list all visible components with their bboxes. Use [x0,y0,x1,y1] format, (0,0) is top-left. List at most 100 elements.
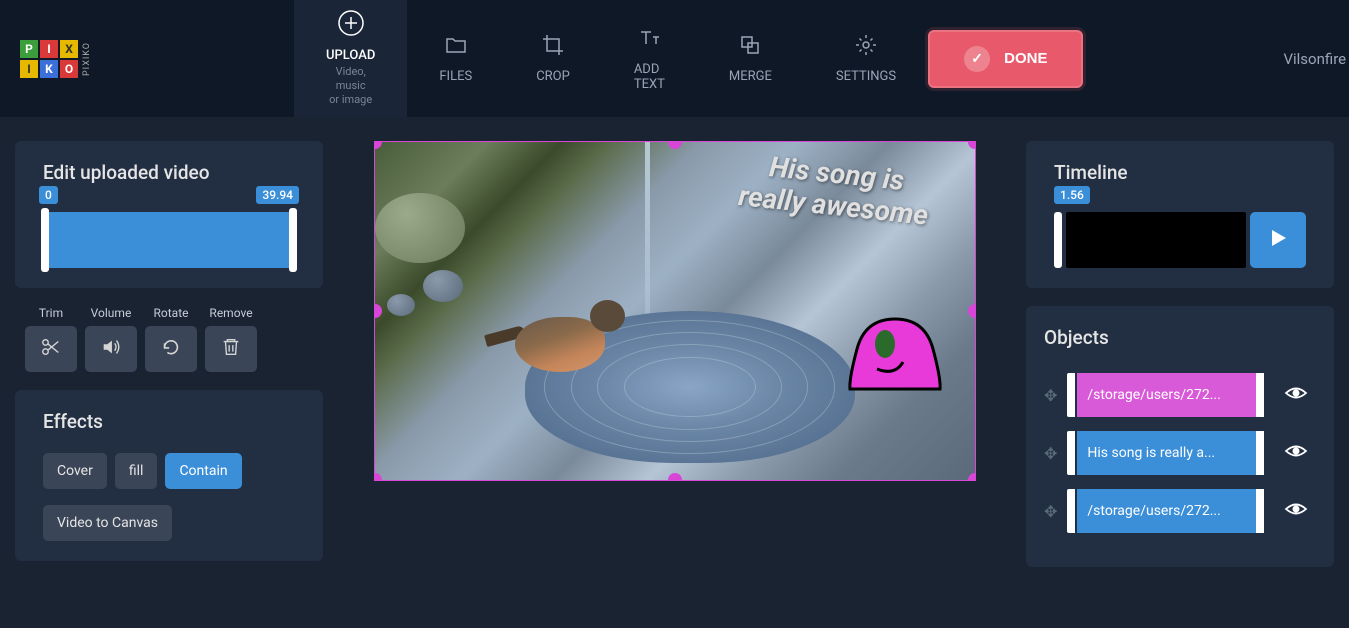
timeline-panel: Timeline 1.56 [1026,141,1334,288]
object-item-1[interactable]: His song is really a... [1067,431,1266,475]
rotate-button[interactable] [145,326,197,372]
slider-handle-start[interactable] [41,208,49,272]
object-label-2: /storage/users/272... [1077,489,1256,533]
canvas-overlay-text[interactable]: His song isreally awesome [712,146,957,235]
edit-video-title: Edit uploaded video [43,161,295,184]
main-area: Edit uploaded video 0 39.94 Trim Volume [0,117,1349,628]
handle-br[interactable] [968,473,976,481]
object-item-0[interactable]: /storage/users/272... [1067,373,1266,417]
object-row-0: ✥ /storage/users/272... [1044,373,1316,417]
slider-track [43,212,295,268]
timeline-track[interactable] [1066,212,1246,268]
timeline-cursor[interactable] [1054,212,1062,268]
canvas-bird [495,282,625,372]
objects-panel: Objects ✥ /storage/users/272... ✥ [1026,306,1334,567]
play-icon [1268,228,1288,252]
eye-icon [1284,497,1308,525]
nav-merge-label: MERGE [729,69,772,84]
trim-label: Trim [39,306,63,320]
trim-tool: Trim [25,306,77,372]
gear-icon [854,33,878,61]
eye-icon [1284,439,1308,467]
handle-bc[interactable] [668,473,682,481]
effect-videotocanvas-button[interactable]: Video to Canvas [43,505,172,541]
nav-upload[interactable]: UPLOAD Video, musicor image [294,0,407,117]
done-label: DONE [1004,50,1047,67]
volume-icon [100,336,122,362]
handle-ml[interactable] [374,304,382,318]
nav-files[interactable]: FILES [407,0,504,117]
object-item-2[interactable]: /storage/users/272... [1067,489,1266,533]
visibility-toggle-1[interactable] [1276,433,1316,473]
play-button[interactable] [1250,212,1306,268]
effect-contain-button[interactable]: Contain [165,453,241,489]
nav-crop-label: CROP [536,69,570,84]
remove-label: Remove [209,306,252,320]
trash-icon [220,336,242,362]
user-name: Vilsonfire [1283,50,1346,68]
remove-tool: Remove [205,306,257,372]
drag-handle-icon[interactable]: ✥ [1044,386,1057,405]
slider-handle-end[interactable] [289,208,297,272]
object-row-1: ✥ His song is really a... [1044,431,1316,475]
left-panel: Edit uploaded video 0 39.94 Trim Volume [15,141,323,628]
rotate-label: Rotate [154,306,189,320]
effect-fill-button[interactable]: fill [115,453,158,489]
logo[interactable]: P I X I K O PIXIKO [20,40,104,78]
canvas-area: His song isreally awesome [363,141,986,628]
nav-files-label: FILES [439,69,472,84]
eye-icon [1284,381,1308,409]
nav-addtext[interactable]: ADD TEXT [602,0,697,117]
handle-tl[interactable] [374,141,382,149]
right-panel: Timeline 1.56 Objects ✥ /storage/users/2… [1026,141,1334,628]
objects-title: Objects [1044,326,1316,349]
top-bar: P I X I K O PIXIKO UPLOAD Video, musicor… [0,0,1349,117]
object-label-0: /storage/users/272... [1077,373,1256,417]
handle-tc[interactable] [668,141,682,149]
rotate-icon [160,336,182,362]
scissors-icon [40,336,62,362]
volume-tool: Volume [85,306,137,372]
effects-title: Effects [43,410,295,433]
volume-label: Volume [91,306,132,320]
trim-slider[interactable]: 0 39.94 [43,212,295,268]
timeline-pos-label: 1.56 [1054,186,1090,204]
nav-settings[interactable]: SETTINGS [804,0,928,117]
slider-start-label: 0 [39,186,58,204]
handle-tr[interactable] [968,141,976,149]
canvas[interactable]: His song isreally awesome [374,141,976,481]
drag-handle-icon[interactable]: ✥ [1044,444,1057,463]
volume-button[interactable] [85,326,137,372]
text-icon [637,26,661,54]
tool-row: Trim Volume Rotate [15,306,323,372]
user-menu[interactable]: Vilsonfire ▾ [1283,50,1349,68]
effect-cover-button[interactable]: Cover [43,453,107,489]
nav-crop[interactable]: CROP [504,0,602,117]
drag-handle-icon[interactable]: ✥ [1044,502,1057,521]
check-icon: ✓ [964,46,990,72]
object-row-2: ✥ /storage/users/272... [1044,489,1316,533]
folder-icon [444,33,468,61]
merge-icon [738,33,762,61]
nav-merge[interactable]: MERGE [697,0,804,117]
timeline-title: Timeline [1054,161,1306,184]
object-label-1: His song is really a... [1077,431,1256,475]
nav-addtext-label: ADD TEXT [634,62,665,92]
crop-icon [541,33,565,61]
nav-settings-label: SETTINGS [836,69,896,84]
visibility-toggle-2[interactable] [1276,491,1316,531]
done-button[interactable]: ✓ DONE [928,30,1083,88]
handle-bl[interactable] [374,473,382,481]
canvas-sticker[interactable] [845,314,945,392]
nav-upload-sub: Video, musicor image [326,65,375,108]
handle-mr[interactable] [968,304,976,318]
remove-button[interactable] [205,326,257,372]
visibility-toggle-0[interactable] [1276,375,1316,415]
slider-end-label: 39.94 [256,186,299,204]
logo-text: PIXIKO [82,42,92,76]
rotate-tool: Rotate [145,306,197,372]
nav-upload-label: UPLOAD [326,48,375,63]
trim-button[interactable] [25,326,77,372]
edit-video-panel: Edit uploaded video 0 39.94 [15,141,323,288]
nav-items: UPLOAD Video, musicor image FILES CROP A… [294,0,928,117]
